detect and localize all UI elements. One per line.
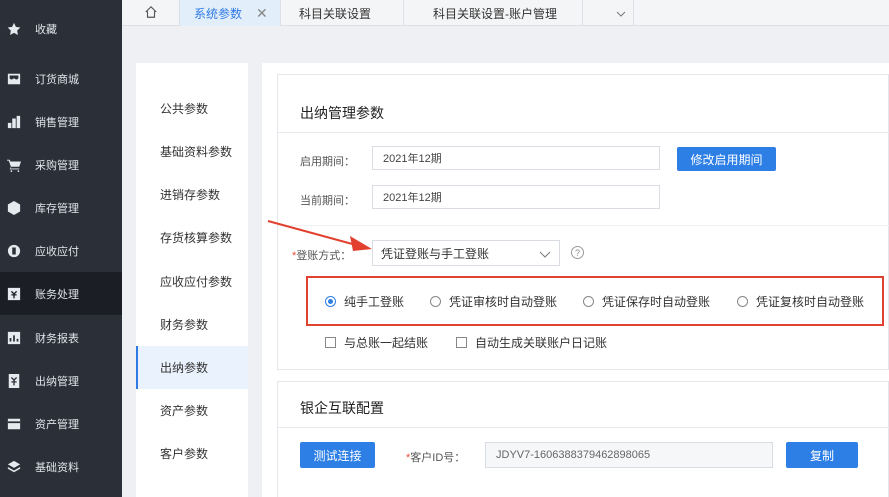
posting-method-label: *登账方式： [292, 247, 351, 263]
main-content: 出纳管理参数 启用期间： 2021年12期 修改启用期间 当前期间： 2021年… [262, 63, 889, 497]
checkbox-auto-journal[interactable]: 自动生成关联账户日记账 [456, 334, 607, 351]
tab-label: 科目关联设置-账户管理 [433, 6, 557, 21]
posting-method-label-text: 登账方式： [296, 250, 352, 262]
sidebar-item-purchase[interactable]: 采购管理 [0, 143, 122, 186]
sidebar-item-favorites[interactable]: 收藏 [0, 7, 122, 50]
param-item-customer[interactable]: 客户参数 [136, 432, 248, 475]
sidebar-item-label: 收藏 [35, 23, 57, 36]
sidebar-item-sales[interactable]: 销售管理 [0, 100, 122, 143]
checkbox-label: 与总账一起结账 [344, 336, 429, 350]
tab-overflow-button[interactable] [608, 0, 634, 26]
sidebar-item-label: 采购管理 [35, 159, 79, 172]
home-tab[interactable] [122, 0, 180, 26]
client-id-field[interactable]: JDYV7-1606388379462898065 [485, 442, 773, 468]
posting-method-value: 凭证登账与手工登账 [381, 246, 490, 261]
divider [278, 132, 889, 133]
radio-label: 凭证审核时自动登账 [449, 295, 558, 309]
radio-dot [737, 296, 748, 307]
sidebar-item-reports[interactable]: 财务报表 [0, 316, 122, 359]
sidebar-item-receivables[interactable]: 应收应付 [0, 229, 122, 272]
copy-button[interactable]: 复制 [786, 442, 858, 468]
radio-on-review[interactable]: 凭证复核时自动登账 [737, 293, 864, 310]
param-menu: 公共参数 基础资料参数 进销存参数 存货核算参数 应收应付参数 财务参数 出纳参… [136, 63, 248, 497]
checkbox-label: 自动生成关联账户日记账 [475, 336, 608, 350]
sidebar-item-label: 销售管理 [35, 116, 79, 129]
current-period-field[interactable]: 2021年12期 [372, 185, 660, 209]
client-id-label-text: 客户ID号： [410, 452, 466, 464]
sidebar-item-assets[interactable]: 资产管理 [0, 402, 122, 445]
sidebar-item-label: 订货商城 [35, 73, 79, 86]
param-item-public[interactable]: 公共参数 [136, 87, 248, 130]
radio-dot [430, 296, 441, 307]
param-item-assets[interactable]: 资产参数 [136, 389, 248, 432]
param-item-cashier[interactable]: 出纳参数 [136, 346, 248, 389]
checkbox-box [325, 337, 336, 348]
tab-subject-link-account[interactable]: 科目关联设置-账户管理 [419, 0, 583, 26]
sidebar-item-inventory[interactable]: 库存管理 [0, 186, 122, 229]
tab-system-params[interactable]: 系统参数 ✕ [180, 0, 281, 26]
card-title: 出纳管理参数 [300, 105, 384, 121]
start-period-label: 启用期间： [300, 156, 355, 168]
cashier-params-card: 出纳管理参数 启用期间： 2021年12期 修改启用期间 当前期间： 2021年… [277, 74, 889, 370]
tab-subject-link[interactable]: 科目关联设置 [285, 0, 405, 26]
param-item-finance[interactable]: 财务参数 [136, 303, 248, 346]
tab-label: 系统参数 [194, 6, 243, 21]
ledger-icon [7, 287, 21, 301]
divider [278, 427, 889, 428]
report-icon [7, 331, 21, 345]
bank-link-card: 银企互联配置 测试连接 *客户ID号： JDYV7-16063883794628… [277, 381, 889, 497]
cashier-icon [7, 373, 21, 388]
sidebar-item-accounting[interactable]: 账务处理 [0, 272, 122, 315]
tab-label: 科目关联设置 [299, 6, 372, 21]
param-item-basic[interactable]: 基础资料参数 [136, 130, 248, 173]
radio-on-save[interactable]: 凭证保存时自动登账 [583, 293, 710, 310]
chevron-down-icon [539, 248, 551, 262]
star-icon [7, 22, 21, 36]
asset-icon [7, 417, 21, 431]
sidebar-item-label: 库存管理 [35, 202, 79, 215]
sidebar-item-label: 账务处理 [35, 288, 79, 301]
home-icon [144, 5, 158, 22]
test-connection-button[interactable]: 测试连接 [300, 442, 375, 468]
param-item-costing[interactable]: 存货核算参数 [136, 216, 248, 259]
checkbox-box [456, 337, 467, 348]
param-item-inventory[interactable]: 进销存参数 [136, 173, 248, 216]
cart-icon [7, 158, 21, 172]
start-period-field[interactable]: 2021年12期 [372, 146, 660, 170]
sidebar-item-label: 基础资料 [35, 461, 79, 474]
posting-method-select[interactable]: 凭证登账与手工登账 [372, 240, 560, 266]
radio-on-audit[interactable]: 凭证审核时自动登账 [430, 293, 557, 310]
param-item-receivables[interactable]: 应收应付参数 [136, 260, 248, 303]
divider [278, 225, 889, 226]
modify-period-button[interactable]: 修改启用期间 [677, 147, 776, 171]
layers-icon [7, 460, 21, 474]
checkbox-close-with-gl[interactable]: 与总账一起结账 [325, 334, 428, 351]
radio-label: 凭证保存时自动登账 [602, 295, 711, 309]
sidebar: 收藏 订货商城 销售管理 采购管理 库存管理 应收应付 账务处理 财务报表 出纳… [0, 0, 122, 497]
box-icon [7, 200, 21, 215]
bar-chart-icon [7, 115, 21, 129]
chevron-down-icon [616, 6, 626, 20]
coin-icon [7, 244, 21, 258]
radio-label: 凭证复核时自动登账 [756, 295, 865, 309]
radio-dot [583, 296, 594, 307]
sidebar-item-store[interactable]: 订货商城 [0, 57, 122, 100]
sidebar-item-label: 出纳管理 [35, 375, 79, 388]
radio-label: 纯手工登账 [344, 295, 405, 309]
tab-bar: 系统参数 ✕ 科目关联设置 科目关联设置-账户管理 [122, 0, 889, 26]
sidebar-item-label: 应收应付 [35, 245, 79, 258]
help-icon[interactable]: ? [571, 246, 584, 259]
radio-manual[interactable]: 纯手工登账 [325, 293, 404, 310]
close-icon[interactable]: ✕ [256, 5, 268, 22]
sidebar-item-label: 资产管理 [35, 418, 79, 431]
client-id-label: *客户ID号： [406, 449, 465, 465]
current-period-label: 当前期间： [300, 195, 355, 207]
store-icon [7, 72, 21, 86]
sidebar-item-label: 财务报表 [35, 332, 79, 345]
sidebar-item-cashier[interactable]: 出纳管理 [0, 359, 122, 402]
radio-dot [325, 296, 336, 307]
card-title: 银企互联配置 [300, 400, 384, 416]
sidebar-item-basic-data[interactable]: 基础资料 [0, 445, 122, 488]
